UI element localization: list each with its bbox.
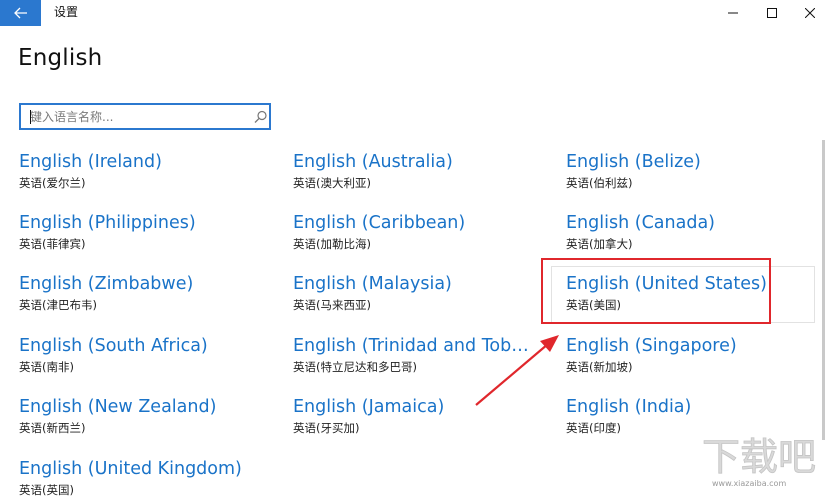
watermark-text: 下载吧 <box>702 435 816 479</box>
language-name: English (India) <box>566 397 692 417</box>
language-name: English (United Kingdom) <box>19 459 242 479</box>
language-item[interactable]: English (Trinidad and Toba... 英语(特立尼达和多巴… <box>293 335 533 374</box>
close-button[interactable] <box>793 0 827 26</box>
language-item[interactable]: English (Malaysia) 英语(马来西亚) <box>293 273 452 312</box>
language-name: English (New Zealand) <box>19 397 217 417</box>
language-name: English (Malaysia) <box>293 274 452 294</box>
language-native-name: 英语(英国) <box>19 483 74 497</box>
language-item[interactable]: English (Caribbean) 英语(加勒比海) <box>293 212 465 251</box>
language-item[interactable]: English (New Zealand) 英语(新西兰) <box>19 396 216 435</box>
language-item[interactable]: English (Singapore) 英语(新加坡) <box>566 335 737 374</box>
language-name: English (Canada) <box>566 213 715 233</box>
arrow-left-icon <box>13 7 27 19</box>
language-native-name: 英语(印度) <box>566 421 621 435</box>
language-item[interactable]: English (Australia) 英语(澳大利亚) <box>293 151 453 190</box>
language-native-name: 英语(南非) <box>19 360 74 374</box>
language-item[interactable]: English (Canada) 英语(加拿大) <box>566 212 715 251</box>
language-name: English (Ireland) <box>19 152 162 172</box>
search-box[interactable] <box>19 103 271 130</box>
language-name: English (Australia) <box>293 152 453 172</box>
language-name: English (Jamaica) <box>293 397 445 417</box>
language-name: English (Singapore) <box>566 336 737 356</box>
search-input[interactable] <box>21 105 255 128</box>
language-native-name: 英语(新西兰) <box>19 421 86 435</box>
language-native-name: 英语(新加坡) <box>566 360 633 374</box>
language-native-name: 英语(特立尼达和多巴哥) <box>293 360 417 374</box>
language-native-name: 英语(津巴布韦) <box>19 298 97 312</box>
language-native-name: 英语(爱尔兰) <box>19 176 86 190</box>
language-item[interactable]: English (South Africa) 英语(南非) <box>19 335 208 374</box>
watermark-logo: 下载吧 www.xiazaiba.com <box>702 435 817 488</box>
language-name: English (Belize) <box>566 152 701 172</box>
language-name: English (Caribbean) <box>293 213 466 233</box>
window-title: 设置 <box>54 5 79 19</box>
scrollbar[interactable] <box>822 140 825 440</box>
language-native-name: 英语(马来西亚) <box>293 298 371 312</box>
language-native-name: 英语(加拿大) <box>566 237 633 251</box>
language-native-name: 英语(澳大利亚) <box>293 176 371 190</box>
page-title: English <box>18 45 103 71</box>
language-item[interactable]: English (Belize) 英语(伯利兹) <box>566 151 701 190</box>
title-bar: 设置 <box>0 0 827 26</box>
minimize-button[interactable] <box>716 0 750 26</box>
language-native-name: 英语(牙买加) <box>293 421 360 435</box>
language-item[interactable]: English (India) 英语(印度) <box>566 396 691 435</box>
language-item[interactable]: English (Jamaica) 英语(牙买加) <box>293 396 444 435</box>
text-caret <box>30 110 31 124</box>
watermark-url: www.xiazaiba.com <box>712 479 786 488</box>
language-native-name: 英语(伯利兹) <box>566 176 633 190</box>
language-native-name: 英语(加勒比海) <box>293 237 371 251</box>
close-icon <box>805 8 815 18</box>
search-icon[interactable] <box>253 109 269 125</box>
language-item[interactable]: English (Zimbabwe) 英语(津巴布韦) <box>19 273 193 312</box>
language-item[interactable]: English (United Kingdom) 英语(英国) <box>19 458 242 497</box>
language-name: English (Philippines) <box>19 213 196 233</box>
minimize-icon <box>728 12 738 14</box>
language-name: English (Zimbabwe) <box>19 274 194 294</box>
language-native-name: 英语(菲律宾) <box>19 237 86 251</box>
back-button[interactable] <box>0 0 41 26</box>
language-name: English (South Africa) <box>19 336 208 356</box>
annotation-highlight-box <box>541 258 771 324</box>
language-name: English (Trinidad and Toba... <box>293 336 533 356</box>
maximize-icon <box>767 8 777 18</box>
language-item[interactable]: English (Ireland) 英语(爱尔兰) <box>19 151 162 190</box>
language-item[interactable]: English (Philippines) 英语(菲律宾) <box>19 212 196 251</box>
maximize-button[interactable] <box>755 0 789 26</box>
